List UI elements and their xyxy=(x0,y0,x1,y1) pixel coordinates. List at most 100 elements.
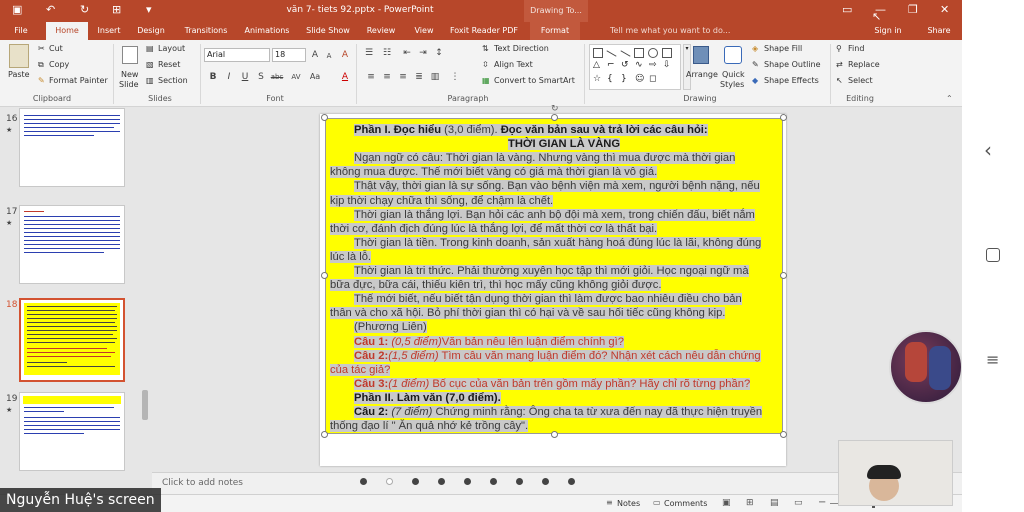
paste-button[interactable]: Paste xyxy=(8,70,30,79)
paragraph-dialog-icon[interactable]: ⋮ xyxy=(448,70,462,84)
shape-smile-icon[interactable]: ☺ xyxy=(635,74,644,84)
shape-callout-icon[interactable]: ◻ xyxy=(649,74,656,84)
home-square-icon[interactable] xyxy=(986,248,1000,262)
tab-view[interactable]: View xyxy=(408,22,440,40)
align-text-button[interactable]: Align Text xyxy=(494,60,533,69)
resize-handle-top-right[interactable] xyxy=(780,114,787,121)
arrange-icon[interactable] xyxy=(693,46,709,64)
shape-line-icon[interactable] xyxy=(606,50,617,57)
tab-animations[interactable]: Animations xyxy=(240,22,294,40)
page-dot[interactable] xyxy=(412,478,419,485)
ribbon-display-options-icon[interactable]: ▭ xyxy=(842,3,852,16)
layout-button[interactable]: Layout xyxy=(158,44,185,53)
page-dot[interactable] xyxy=(516,478,523,485)
resize-handle-left[interactable] xyxy=(321,272,328,279)
section-button[interactable]: Section xyxy=(158,76,188,85)
text-shadow-button[interactable]: S xyxy=(254,70,268,84)
increase-indent-icon[interactable]: ⇥ xyxy=(416,46,430,60)
resize-handle-right[interactable] xyxy=(780,272,787,279)
back-chevron-icon[interactable]: ‹ xyxy=(984,138,992,162)
normal-view-icon[interactable]: ▣ xyxy=(722,498,731,508)
tab-format[interactable]: Format xyxy=(530,22,580,40)
shape-outline-button[interactable]: Shape Outline xyxy=(764,60,821,69)
arrange-button[interactable]: Arrange xyxy=(686,70,718,79)
tab-design[interactable]: Design xyxy=(132,22,170,40)
tab-file[interactable]: File xyxy=(6,22,36,40)
format-painter-button[interactable]: Format Painter xyxy=(49,76,108,85)
select-button[interactable]: Select xyxy=(848,76,873,85)
shapes-gallery-more-icon[interactable]: ▾ xyxy=(683,44,691,90)
slide-show-icon[interactable]: ▭ xyxy=(794,498,803,508)
align-left-icon[interactable]: ≡ xyxy=(364,70,378,84)
reading-view-icon[interactable]: ▤ xyxy=(770,498,779,508)
slide-thumbnail-18[interactable] xyxy=(19,298,125,382)
shape-brace-close-icon[interactable]: } xyxy=(621,74,627,84)
convert-to-smartart-button[interactable]: Convert to SmartArt xyxy=(494,76,575,85)
shape-elbow-icon[interactable]: ⌐ xyxy=(607,60,615,70)
resize-handle-top[interactable] xyxy=(551,114,558,121)
thumbnail-scrollbar-thumb[interactable] xyxy=(142,390,148,420)
shrink-font-button[interactable]: A xyxy=(322,49,336,63)
shape-triangle-icon[interactable]: △ xyxy=(593,60,600,70)
quick-styles-icon[interactable] xyxy=(724,46,742,64)
restore-icon[interactable]: ❐ xyxy=(908,3,918,16)
strikethrough-button[interactable]: abc xyxy=(268,70,286,84)
replace-button[interactable]: Replace xyxy=(848,60,880,69)
grow-font-button[interactable]: A xyxy=(308,48,322,62)
resize-handle-bottom[interactable] xyxy=(551,431,558,438)
shape-curve-icon[interactable]: ↺ xyxy=(621,60,629,70)
paste-icon[interactable] xyxy=(9,44,29,68)
tab-insert[interactable]: Insert xyxy=(92,22,126,40)
shape-effects-button[interactable]: Shape Effects xyxy=(764,76,819,85)
columns-icon[interactable]: ▥ xyxy=(428,70,442,84)
font-color-button[interactable]: A xyxy=(338,70,352,84)
shape-downarrow-icon[interactable]: ⇩ xyxy=(663,60,671,70)
justify-icon[interactable]: ≣ xyxy=(412,70,426,84)
font-size-box[interactable]: 18 xyxy=(272,48,306,62)
shape-rectangle-2-icon[interactable] xyxy=(662,48,672,58)
notes-placeholder[interactable]: Click to add notes xyxy=(162,478,243,488)
decrease-indent-icon[interactable]: ⇤ xyxy=(400,46,414,60)
share-button[interactable]: Share xyxy=(924,22,954,40)
copy-button[interactable]: Copy xyxy=(49,60,69,69)
align-center-icon[interactable]: ≡ xyxy=(380,70,394,84)
quick-styles-button[interactable]: Quick xyxy=(722,70,745,79)
slide-thumbnail-17[interactable] xyxy=(19,205,125,284)
tab-slide-show[interactable]: Slide Show xyxy=(302,22,354,40)
line-spacing-icon[interactable]: ↕ xyxy=(432,46,446,60)
slide-thumbnail-19[interactable] xyxy=(19,392,125,471)
page-dot[interactable] xyxy=(490,478,497,485)
tab-home[interactable]: Home xyxy=(46,22,88,40)
zoom-out-icon[interactable]: − xyxy=(818,497,826,508)
numbering-icon[interactable]: ☷ xyxy=(380,46,394,60)
slide-text-box[interactable]: Phần I. Đọc hiểu (3,0 điểm). Đọc văn bản… xyxy=(325,118,783,434)
menu-icon[interactable]: ≡ xyxy=(986,350,999,369)
close-icon[interactable]: ✕ xyxy=(940,3,949,16)
new-slide-icon[interactable] xyxy=(122,46,138,64)
rotate-handle-icon[interactable]: ↻ xyxy=(551,104,559,114)
italic-button[interactable]: I xyxy=(222,70,236,84)
new-slide-button[interactable]: New xyxy=(121,70,138,79)
resize-handle-bottom-right[interactable] xyxy=(780,431,787,438)
shape-brace-icon[interactable]: { xyxy=(607,74,613,84)
shape-arrow-icon[interactable] xyxy=(620,50,631,57)
bullets-icon[interactable]: ☰ xyxy=(362,46,376,60)
notes-toggle-button[interactable]: Notes xyxy=(617,499,640,508)
tell-me-box[interactable]: Tell me what you want to do... xyxy=(610,22,740,40)
slide-sorter-icon[interactable]: ⊞ xyxy=(746,498,754,508)
tab-foxit-reader-pdf[interactable]: Foxit Reader PDF xyxy=(448,22,520,40)
shape-rightarrow-icon[interactable]: ⇨ xyxy=(649,60,657,70)
sign-in-link[interactable]: Sign in xyxy=(870,22,906,40)
shape-rectangle-icon[interactable] xyxy=(634,48,644,58)
change-case-button[interactable]: Aa xyxy=(306,70,324,84)
comments-toggle-button[interactable]: Comments xyxy=(664,499,707,508)
shape-oval-icon[interactable] xyxy=(648,48,658,58)
shape-star-icon[interactable]: ☆ xyxy=(593,74,601,84)
collapse-ribbon-icon[interactable]: ⌃ xyxy=(946,94,953,103)
tab-transitions[interactable]: Transitions xyxy=(178,22,234,40)
page-dot[interactable] xyxy=(438,478,445,485)
text-direction-button[interactable]: Text Direction xyxy=(494,44,549,53)
page-dot[interactable] xyxy=(360,478,367,485)
page-dot-active[interactable] xyxy=(386,478,393,485)
cut-button[interactable]: Cut xyxy=(49,44,63,53)
